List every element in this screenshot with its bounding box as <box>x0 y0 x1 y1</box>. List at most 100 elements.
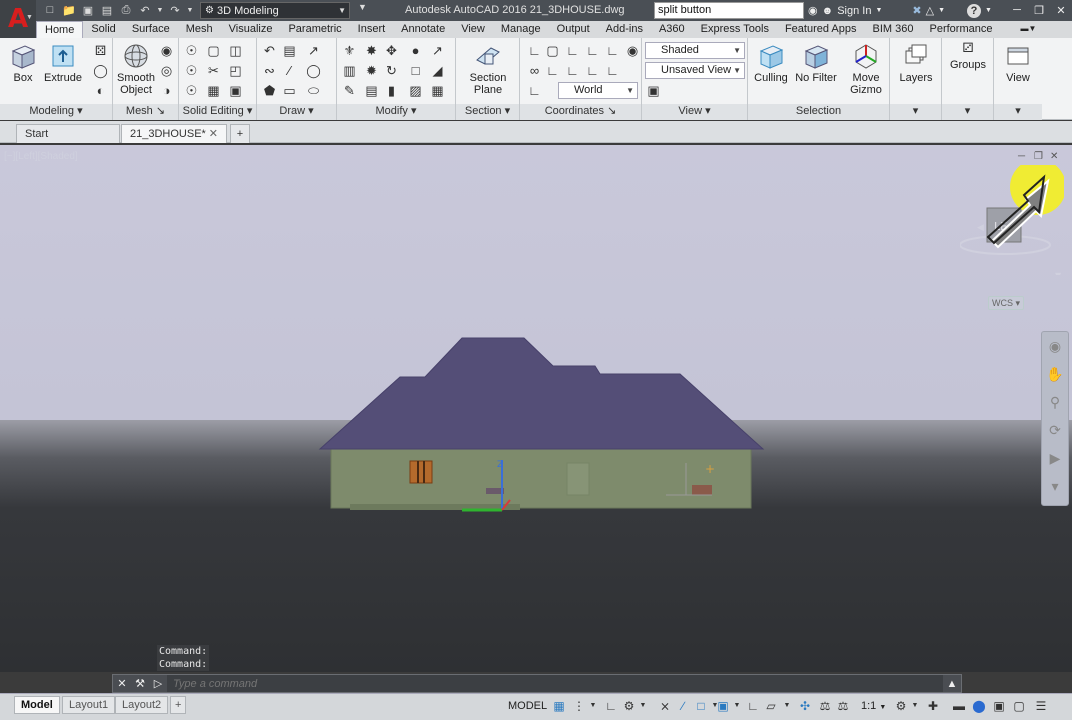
tab-featured-apps[interactable]: Featured Apps <box>777 21 865 38</box>
ucs-origin-icon[interactable]: ∟ <box>604 62 621 79</box>
a360-icon[interactable]: △ <box>926 4 934 17</box>
smooth-object-button[interactable]: Smooth Object <box>113 42 159 96</box>
ucs-menu-button[interactable]: WCS ▾ <box>988 296 1024 310</box>
new-tab-button[interactable]: + <box>230 124 250 143</box>
customization-menu-icon[interactable]: ☰ <box>1034 699 1048 713</box>
subtract-solid-icon[interactable]: ☉ <box>183 62 200 79</box>
ucs-icon-properties-icon[interactable]: ◉ <box>624 42 641 59</box>
tab-model[interactable]: Model <box>14 696 60 714</box>
tab-mesh[interactable]: Mesh <box>178 21 221 38</box>
annotation-visibility-icon[interactable]: ⚖ <box>818 699 832 713</box>
view-button[interactable]: View <box>995 42 1041 84</box>
layers-button[interactable]: Layers <box>893 42 939 84</box>
zoom-icon[interactable]: ⚲ <box>1042 388 1068 416</box>
extrude-button[interactable]: Extrude <box>40 42 86 84</box>
section-panel-title[interactable]: Section ▾ <box>456 104 519 120</box>
isolate-objects-icon[interactable]: ⬤ <box>972 699 986 713</box>
polyline-icon[interactable]: ↶ <box>261 42 278 59</box>
ucs-world-dropdown[interactable]: World ▼ <box>558 82 638 99</box>
chevron-up-icon[interactable]: ▲ <box>943 675 961 692</box>
ortho-icon[interactable]: ∟ <box>604 699 618 713</box>
undo-dropdown-icon[interactable]: ▼ <box>156 2 164 18</box>
rect-array-icon[interactable]: ▦ <box>429 82 446 99</box>
close-button[interactable]: ✕ <box>1050 2 1072 18</box>
view-panel-dropdown[interactable]: ▾ <box>994 104 1042 120</box>
fillet-edge-icon[interactable]: ▢ <box>205 42 222 59</box>
sign-in-button[interactable]: Sign In <box>837 5 871 17</box>
offset-icon[interactable]: □ <box>407 62 424 79</box>
stretch-icon[interactable]: ▮ <box>383 82 400 99</box>
region-icon[interactable]: ▭ <box>281 82 298 99</box>
viewport-config-icon[interactable]: ▣ <box>645 82 662 99</box>
move-gizmo-button[interactable]: Move Gizmo <box>842 42 890 96</box>
annotation-monitor-icon[interactable]: ✚ <box>926 699 940 713</box>
section-plane-button[interactable]: Section Plane <box>465 42 511 96</box>
named-view-dropdown[interactable]: Unsaved View ▼ <box>645 62 745 79</box>
selection-panel-title[interactable]: Selection <box>748 104 889 120</box>
close-icon[interactable]: ✕ <box>113 675 131 692</box>
minimize-button[interactable]: ─ <box>1006 2 1028 18</box>
ellipse-icon[interactable]: ⬭ <box>305 82 322 99</box>
tab-express-tools[interactable]: Express Tools <box>693 21 777 38</box>
tab-manage[interactable]: Manage <box>493 21 549 38</box>
workspace-gear-icon[interactable]: ⚙ <box>894 699 908 713</box>
open-folder-icon[interactable]: 📁 <box>61 2 77 18</box>
viewport-minimize-icon[interactable]: ─ <box>1018 152 1030 162</box>
tab-output[interactable]: Output <box>549 21 598 38</box>
line-icon[interactable]: ↗ <box>305 42 322 59</box>
tab-a360[interactable]: A360 <box>651 21 693 38</box>
restore-button[interactable]: ❐ <box>1028 2 1050 18</box>
command-input[interactable] <box>167 675 943 692</box>
coordinates-panel-title[interactable]: Coordinates ↘ <box>520 104 641 120</box>
application-menu-button[interactable]: A ▼ <box>0 0 36 38</box>
qat-customize-icon[interactable]: ▼ <box>358 2 367 12</box>
user-icon[interactable]: ☻ <box>822 5 834 17</box>
ucs-icon[interactable]: ∟ <box>526 42 543 59</box>
save-as-icon[interactable]: ▤ <box>99 2 115 18</box>
modify-panel-title[interactable]: Modify ▾ <box>337 104 455 120</box>
ucs-y-icon[interactable]: ∟ <box>584 42 601 59</box>
dynamic-ucs-icon[interactable]: ∟ <box>746 699 760 713</box>
hatch-icon[interactable]: ▤ <box>281 42 298 59</box>
groups-panel-dropdown[interactable]: ▾ <box>942 104 993 120</box>
exchange-apps-icon[interactable]: ✖ <box>912 4 921 17</box>
intersect-solid-icon[interactable]: ☉ <box>183 82 200 99</box>
tab-annotate[interactable]: Annotate <box>393 21 453 38</box>
mesh-panel-title[interactable]: Mesh ↘ <box>113 104 178 120</box>
gizmo-toggle-icon[interactable]: ✣ <box>798 699 812 713</box>
object-snap-icon[interactable]: □ <box>694 699 708 713</box>
line-segment-icon[interactable]: ∕ <box>281 62 298 79</box>
chevron-down-icon[interactable]: ▼ <box>636 699 650 713</box>
drawing-viewport[interactable]: + Z [−][Left][Shaded] ─ ❐ ✕ LE ◀ ▼ WCS ▾… <box>0 145 1072 672</box>
tab-visualize[interactable]: Visualize <box>221 21 281 38</box>
viewport-restore-icon[interactable]: ❐ <box>1034 152 1046 162</box>
tab-view[interactable]: View <box>453 21 493 38</box>
array-icon[interactable]: ▤ <box>363 82 380 99</box>
chevron-down-icon[interactable]: ▼ <box>586 699 600 713</box>
view-panel-title[interactable]: View ▾ <box>642 104 747 120</box>
showmotion-icon[interactable]: ▶ <box>1042 444 1068 472</box>
close-icon[interactable]: ✕ <box>209 125 218 143</box>
print-icon[interactable]: ⎙ <box>118 2 134 18</box>
viewport-controls-label[interactable]: [−][Left][Shaded] <box>4 151 78 162</box>
tab-home[interactable]: Home <box>36 21 84 38</box>
3d-mirror-icon[interactable]: ▥ <box>341 62 358 79</box>
subtract-icon[interactable]: ◐ <box>92 82 109 99</box>
erase-icon[interactable]: ✎ <box>341 82 358 99</box>
tab-bim-360[interactable]: BIM 360 <box>865 21 922 38</box>
layers-panel-dropdown[interactable]: ▾ <box>890 104 941 120</box>
fillet-icon[interactable]: ◢ <box>429 62 446 79</box>
units-icon[interactable]: ▬ <box>952 699 966 713</box>
3d-object-snap-icon[interactable]: ▣ <box>716 699 730 713</box>
undo-icon[interactable]: ↶ <box>137 2 153 18</box>
ucs-face-icon[interactable]: ∟ <box>544 62 561 79</box>
command-prompt-icon[interactable]: ▷ <box>149 675 167 692</box>
union-icon[interactable]: ◯ <box>92 62 109 79</box>
model-space-toggle[interactable]: MODEL <box>508 700 547 712</box>
redo-icon[interactable]: ↷ <box>167 2 183 18</box>
trim-icon[interactable]: ⚜ <box>341 42 358 59</box>
3d-move-icon[interactable]: ✥ <box>383 42 400 59</box>
visual-style-dropdown[interactable]: Shaded ▼ <box>645 42 745 59</box>
modeling-panel-title[interactable]: Modeling ▾ <box>0 104 112 120</box>
ucs-object-icon[interactable]: ∞ <box>526 62 543 79</box>
